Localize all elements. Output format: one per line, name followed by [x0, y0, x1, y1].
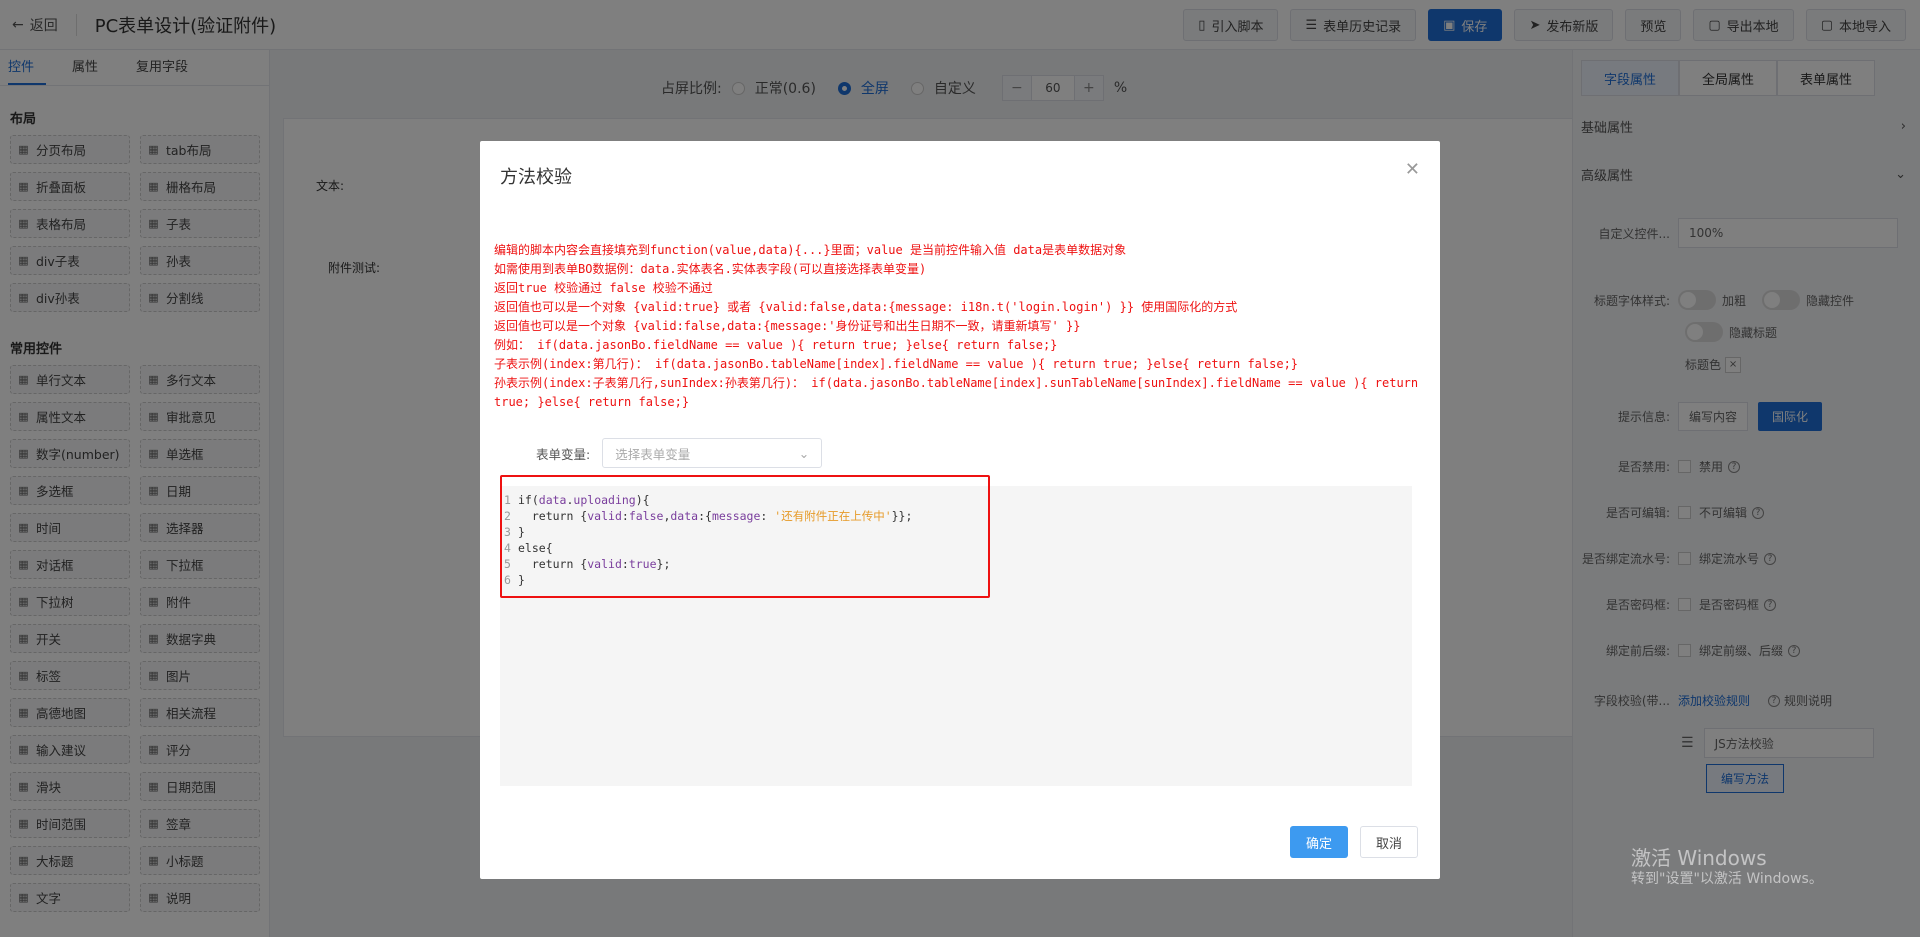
form-var-select[interactable]: 选择表单变量 ⌄ — [602, 438, 823, 468]
form-var-label: 表单变量: — [536, 446, 591, 462]
close-icon[interactable]: ✕ — [1405, 159, 1420, 180]
windows-watermark: 激活 Windows — [1631, 846, 1767, 870]
method-validation-dialog: 方法校验 ✕ 编辑的脚本内容会直接填充到function(value,data)… — [480, 141, 1440, 879]
highlight-box — [500, 475, 990, 598]
cancel-button[interactable]: 取消 — [1360, 826, 1418, 858]
windows-watermark-sub: 转到"设置"以激活 Windows。 — [1631, 871, 1823, 887]
dialog-title: 方法校验 — [500, 167, 572, 188]
chevron-down-icon: ⌄ — [798, 445, 810, 461]
confirm-button[interactable]: 确定 — [1290, 826, 1348, 858]
help-text: 编辑的脚本内容会直接填充到function(value,data){...}里面… — [494, 243, 1419, 409]
